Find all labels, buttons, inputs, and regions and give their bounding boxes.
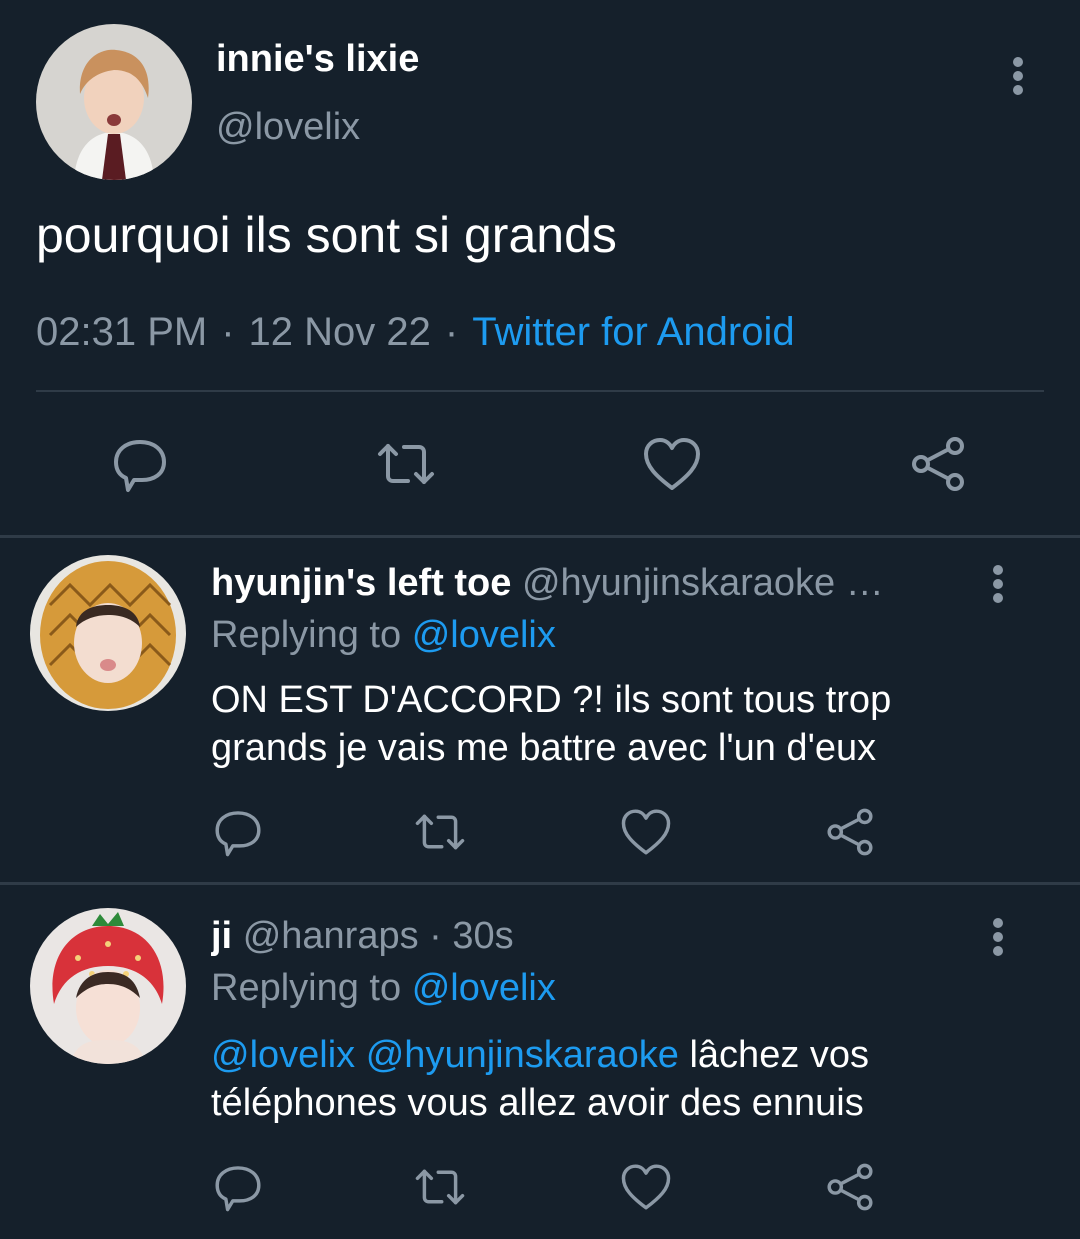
retweet-icon[interactable]	[376, 434, 436, 494]
avatar[interactable]	[36, 24, 192, 180]
share-icon[interactable]	[908, 434, 968, 494]
meta-separator: ·	[429, 915, 442, 957]
replying-label: Replying to	[211, 967, 402, 1009]
reply-header: ji @hanraps · 30s	[211, 915, 961, 958]
reply-text: @lovelix @hyunjinskaraoke lâchez vos tél…	[211, 1031, 1011, 1127]
retweet-icon[interactable]	[414, 806, 466, 858]
user-handle[interactable]: @hanraps	[243, 915, 419, 957]
tweet-meta: 02:31 PM · 12 Nov 22 · Twitter for Android	[36, 310, 795, 355]
reply-icon[interactable]	[110, 434, 170, 494]
tweet-time: 30s	[452, 915, 514, 957]
share-icon[interactable]	[824, 806, 876, 858]
user-handle[interactable]: @hyunjinskaraoke …	[522, 562, 884, 604]
display-name[interactable]: hyunjin's left toe	[211, 562, 511, 604]
mention-link[interactable]: @lovelix	[211, 1034, 355, 1076]
replying-to: Replying to @lovelix	[211, 614, 556, 657]
more-options-icon[interactable]	[998, 48, 1038, 104]
retweet-icon[interactable]	[414, 1161, 466, 1213]
replying-mention[interactable]: @lovelix	[412, 614, 556, 656]
tweet-time: 02:31 PM	[36, 310, 208, 354]
reply-tweet[interactable]: hyunjin's left toe @hyunjinskaraoke … Re…	[0, 538, 1080, 882]
replying-to: Replying to @lovelix	[211, 967, 556, 1010]
mention-link[interactable]: @hyunjinskaraoke	[366, 1034, 679, 1076]
replying-label: Replying to	[211, 614, 402, 656]
replying-mention[interactable]: @lovelix	[412, 967, 556, 1009]
avatar[interactable]	[30, 908, 186, 1064]
reply-icon[interactable]	[212, 1161, 264, 1213]
like-icon[interactable]	[620, 806, 672, 858]
more-options-icon[interactable]	[978, 558, 1018, 614]
tweet-thread-screen: innie's lixie @lovelix pourquoi ils sont…	[0, 0, 1080, 1239]
reply-text: ON EST D'ACCORD ?! ils sont tous trop gr…	[211, 679, 892, 769]
divider	[36, 390, 1044, 392]
tweet-source-link[interactable]: Twitter for Android	[472, 310, 794, 354]
like-icon[interactable]	[620, 1161, 672, 1213]
reply-tweet[interactable]: ji @hanraps · 30s Replying to @lovelix @…	[0, 885, 1080, 1239]
tweet-text: pourquoi ils sont si grands	[36, 207, 617, 263]
user-handle[interactable]: @lovelix	[216, 106, 360, 149]
like-icon[interactable]	[642, 434, 702, 494]
display-name[interactable]: innie's lixie	[216, 38, 419, 81]
avatar[interactable]	[30, 555, 186, 711]
reply-icon[interactable]	[212, 806, 264, 858]
display-name[interactable]: ji	[211, 915, 232, 957]
main-tweet: innie's lixie @lovelix pourquoi ils sont…	[0, 0, 1080, 537]
reply-header: hyunjin's left toe @hyunjinskaraoke …	[211, 562, 961, 605]
meta-separator: ·	[221, 310, 235, 354]
more-options-icon[interactable]	[978, 911, 1018, 967]
meta-separator: ·	[444, 310, 459, 354]
share-icon[interactable]	[824, 1161, 876, 1213]
tweet-date: 12 Nov 22	[248, 310, 431, 354]
